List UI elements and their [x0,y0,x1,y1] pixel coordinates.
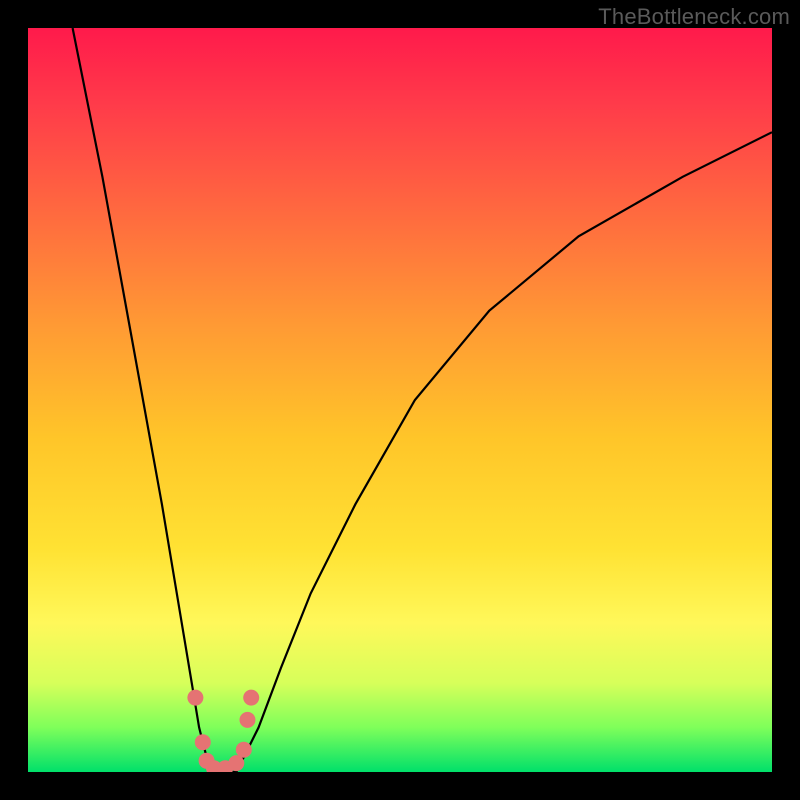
marker-dot [236,742,252,758]
watermark-text: TheBottleneck.com [598,4,790,30]
marker-dot [240,712,256,728]
chart-plot-area [28,28,772,772]
marker-dot [187,690,203,706]
bottleneck-curve [73,28,772,772]
bottleneck-chart [28,28,772,772]
marker-dot [195,734,211,750]
sweet-spot-markers [187,690,259,772]
marker-dot [243,690,259,706]
marker-dot [228,755,244,771]
